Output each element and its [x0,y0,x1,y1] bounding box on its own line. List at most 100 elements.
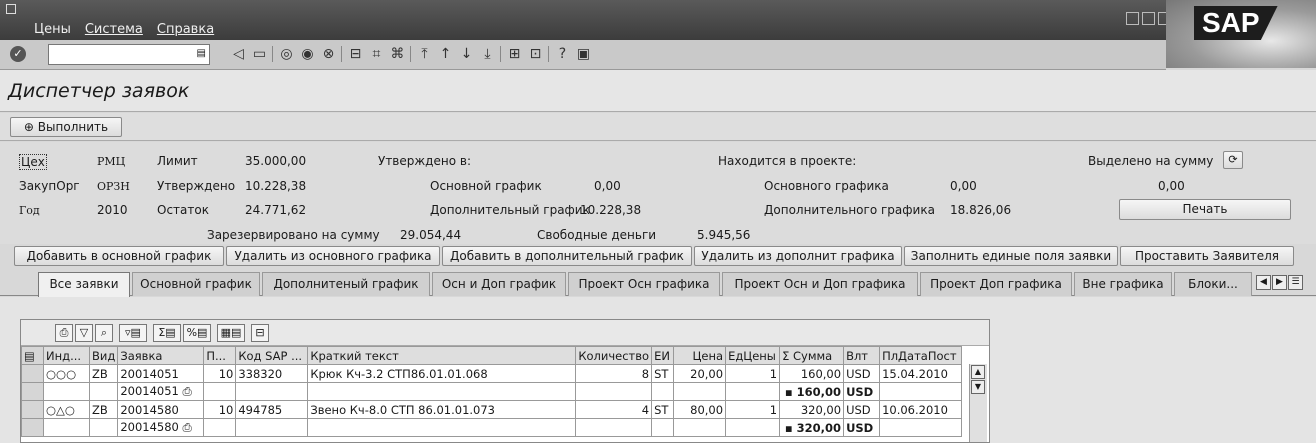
column-header[interactable]: ПлДатаПост [879,346,963,365]
save-icon[interactable]: ▭ [251,45,268,63]
select-all-icon[interactable]: ▤ [21,346,44,365]
table-cell [88,418,119,437]
row-selector[interactable] [21,418,44,437]
set-filter-icon[interactable]: ▿▤ [119,324,147,342]
column-header[interactable]: ЕдЦены [725,346,781,365]
tab-left-icon[interactable]: ◀ [1256,275,1271,290]
column-header[interactable]: Цена [673,346,727,365]
subtotal-icon[interactable]: %▤ [183,324,211,342]
tab-outside[interactable]: Вне графика [1074,272,1172,296]
print-button[interactable]: Печать [1119,199,1291,220]
alv-grid: ⎙ ▽ ⌕ ▿▤ Σ▤ %▤ ▦▤ ⊟ ▤ Инд... Вид Заявка … [20,319,990,443]
tab-extra[interactable]: Дополнитеный график [262,272,430,296]
toolbar-icons: ◁ ▭ ◎ ◉ ⊗ ⊟ ⌗ ⌘ ⤒ ↑ ↓ ⤓ ⊞ ⊡ ? ▣ [230,45,592,63]
add-extra-schedule-button[interactable]: Добавить в дополнительный график [442,246,692,266]
find-icon[interactable]: ⌗ [368,45,385,63]
cancel-icon[interactable]: ⊗ [320,45,337,63]
project-extra-label: Дополнительного графика [764,203,935,217]
scroll-up-icon[interactable]: ▲ [971,365,985,379]
tab-navigation: ◀ ▶ ☰ [1256,275,1303,290]
column-header[interactable]: Вид [88,346,119,365]
last-page-icon[interactable]: ⤓ [479,45,496,63]
column-header[interactable]: Количество [575,346,653,365]
tab-project-extra[interactable]: Проект Доп графика [920,272,1072,296]
tab-main[interactable]: Основной график [132,272,260,296]
print-icon[interactable]: ⎙ [55,324,73,342]
remainder-label: Остаток [157,203,209,217]
menu-system[interactable]: Система [85,22,143,37]
sap-logo: SAP [1166,0,1316,68]
remove-extra-schedule-button[interactable]: Удалить из дополнит графика [694,246,902,266]
back-arrow-icon[interactable]: ◁ [230,45,247,63]
enter-icon[interactable]: ✓ [10,46,26,62]
column-header[interactable]: П... [203,346,237,365]
window-controls [1126,12,1171,25]
table-cell: 20014580 ⎙ [117,418,205,437]
set-applicant-button[interactable]: Проставить Заявителя [1120,246,1294,266]
fill-common-fields-button[interactable]: Заполнить единые поля заявки [904,246,1118,266]
new-session-icon[interactable]: ⊞ [506,45,523,63]
layout-menu-icon[interactable]: ▣ [575,45,592,63]
add-main-schedule-button[interactable]: Добавить в основной график [14,246,224,266]
table-cell: USD [843,418,881,437]
ceh-label[interactable]: Цех [19,154,47,170]
execute-button[interactable]: ⊕ Выполнить [10,117,122,137]
command-input[interactable] [49,45,189,64]
row-selector[interactable] [21,364,44,383]
find-next-icon[interactable]: ⌘ [389,45,406,63]
title-bar: Цены Система Справка [0,0,1316,40]
tab-project-main-extra[interactable]: Проект Осн и Доп графика [722,272,918,296]
minimize-icon[interactable] [1126,12,1139,25]
menu-help[interactable]: Справка [157,22,214,37]
find-icon[interactable]: ⌕ [95,324,113,342]
help-icon[interactable]: ? [554,45,571,63]
export-icon[interactable]: ⊟ [251,324,269,342]
separator [500,46,502,62]
system-menu-icon[interactable] [6,4,16,14]
filter-icon[interactable]: ▽ [75,324,93,342]
tab-main-extra[interactable]: Осн и Доп график [432,272,566,296]
exit-icon[interactable]: ◉ [299,45,316,63]
grid-scrollbar[interactable]: ▲ ▼ [969,364,987,442]
back-icon[interactable]: ◎ [278,45,295,63]
status-icon: ○○○ [43,364,90,383]
column-header[interactable]: Инд... [43,346,90,365]
table-row[interactable]: ○△○ ZB 20014580 10 494785 Звено Кч-8.0 С… [21,400,963,419]
command-field[interactable]: ▤ [48,44,210,65]
prev-page-icon[interactable]: ↑ [437,45,454,63]
column-header[interactable]: Заявка [117,346,205,365]
free-money-label: Свободные деньги [537,228,657,242]
scroll-down-icon[interactable]: ▼ [971,380,985,394]
refresh-icon[interactable]: ⟳ [1223,151,1243,169]
next-page-icon[interactable]: ↓ [458,45,475,63]
table-cell [879,418,963,437]
layout-icon[interactable]: ▦▤ [217,324,245,342]
remove-main-schedule-button[interactable]: Удалить из основного графика [226,246,440,266]
tab-all[interactable]: Все заявки [38,272,130,297]
column-header[interactable]: Влт [843,346,881,365]
approved-value: 10.228,38 [245,179,307,193]
tab-blocked[interactable]: Блоки... [1174,272,1252,296]
first-page-icon[interactable]: ⤒ [416,45,433,63]
shortcut-icon[interactable]: ⊡ [527,45,544,63]
maximize-icon[interactable] [1142,12,1155,25]
tab-project-main[interactable]: Проект Осн графика [568,272,720,296]
table-cell [673,382,727,401]
action-buttons: Добавить в основной график Удалить из ос… [0,244,1316,268]
menu-prices[interactable]: Цены [34,22,71,37]
table-row[interactable]: ○○○ ZB 20014051 10 338320 Крюк Кч-3.2 СТ… [21,364,963,383]
command-history-icon[interactable]: ▤ [197,48,206,59]
table-cell [673,418,727,437]
row-selector[interactable] [21,400,44,419]
column-header[interactable]: Краткий текст [307,346,577,365]
column-header[interactable]: Σ Сумма [779,346,845,365]
row-selector[interactable] [21,382,44,401]
column-header[interactable]: ЕИ [651,346,675,365]
tab-list-icon[interactable]: ☰ [1288,275,1303,290]
table-cell: 10.06.2010 [879,400,963,419]
print-icon[interactable]: ⊟ [347,45,364,63]
column-header[interactable]: Код SAP ... [235,346,309,365]
tab-right-icon[interactable]: ▶ [1272,275,1287,290]
table-cell [203,418,237,437]
sum-icon[interactable]: Σ▤ [153,324,181,342]
